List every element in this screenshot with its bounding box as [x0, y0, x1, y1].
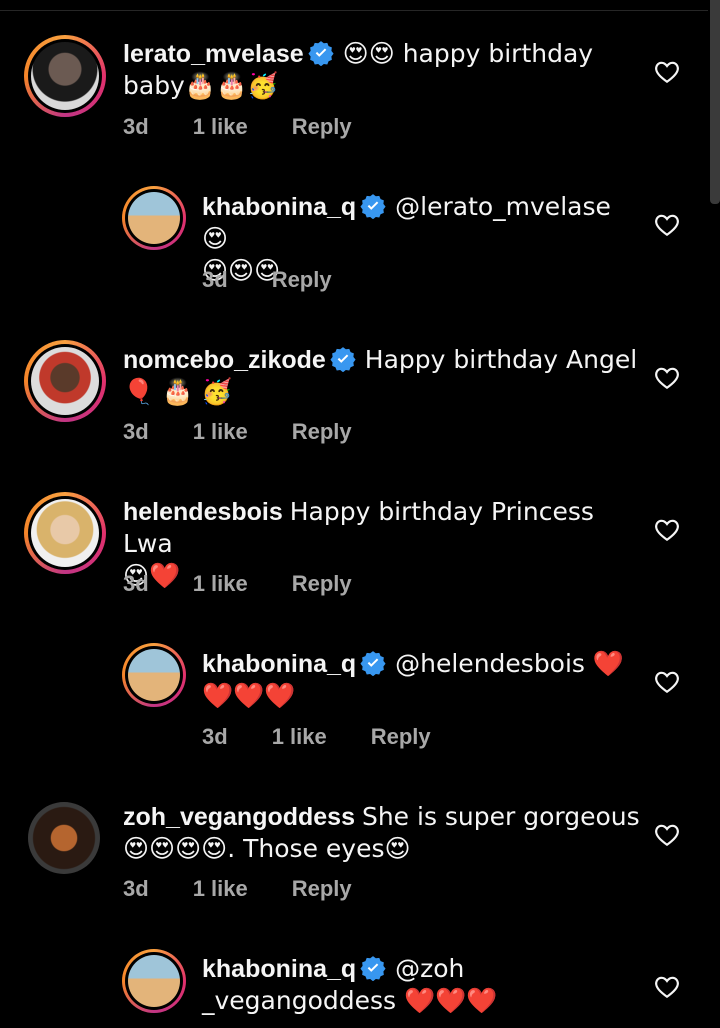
- heart-icon[interactable]: [654, 670, 680, 694]
- username[interactable]: zoh_vegangoddess: [123, 803, 355, 831]
- comment-text: khabonina_q @zoh _vegangoddess ❤️❤️❤️: [202, 953, 642, 1017]
- verified-badge-icon: [330, 347, 356, 372]
- avatar[interactable]: [122, 949, 186, 1013]
- reply-button[interactable]: Reply: [292, 571, 352, 597]
- heart-icon[interactable]: [654, 366, 680, 390]
- comment-meta: 3d 1 like Reply: [123, 114, 396, 140]
- likes-count[interactable]: 1 like: [193, 571, 248, 597]
- username[interactable]: khabonina_q: [202, 193, 356, 221]
- comment-body-line1: 😍😍 happy birthday: [342, 39, 594, 68]
- comments-screen: lerato_mvelase 😍😍 happy birthday baby🎂🎂🥳…: [0, 0, 720, 1028]
- reply-button[interactable]: Reply: [272, 267, 332, 293]
- verified-badge-icon: [360, 651, 386, 676]
- likes-count[interactable]: 1 like: [193, 876, 248, 902]
- avatar[interactable]: [24, 492, 106, 574]
- comment-text: nomcebo_zikode Happy birthday Angel 🎈 🎂 …: [123, 344, 643, 408]
- top-divider: [0, 10, 708, 11]
- heart-icon[interactable]: [654, 60, 680, 84]
- avatar[interactable]: [28, 802, 100, 874]
- avatar[interactable]: [24, 35, 106, 117]
- likes-count[interactable]: 1 like: [193, 114, 248, 140]
- heart-icon[interactable]: [654, 518, 680, 542]
- username[interactable]: khabonina_q: [202, 650, 356, 678]
- comment-meta: 3d 1 like Reply: [123, 419, 396, 445]
- comment-body-line2: 😍😍😍😍. Those eyes😍: [123, 834, 411, 863]
- heart-icon[interactable]: [654, 823, 680, 847]
- avatar[interactable]: [24, 340, 106, 422]
- comment-body-line2: baby🎂🎂🥳: [123, 71, 279, 100]
- comment-text: lerato_mvelase 😍😍 happy birthday baby🎂🎂🥳: [123, 38, 643, 102]
- comment-meta: 3d Reply: [202, 267, 376, 293]
- avatar[interactable]: [122, 643, 186, 707]
- username[interactable]: nomcebo_zikode: [123, 346, 326, 374]
- username[interactable]: helendesbois: [123, 498, 283, 526]
- comment-meta: 3d 1 like Reply: [123, 571, 396, 597]
- comment-text: zoh_vegangoddess She is super gorgeous 😍…: [123, 801, 643, 865]
- username[interactable]: lerato_mvelase: [123, 40, 304, 68]
- timestamp: 3d: [123, 114, 149, 139]
- comment-body-line1: She is super gorgeous: [361, 802, 640, 831]
- comment-body-line1: Happy birthday Angel: [364, 345, 638, 374]
- comment-text: khabonina_q @helendesbois ❤️ ❤️❤️❤️: [202, 648, 642, 712]
- comment-body-line2: _vegangoddess ❤️❤️❤️: [202, 986, 498, 1015]
- comment-meta: 3d 1 like Reply: [123, 876, 396, 902]
- comment-meta: 3d 1 like Reply: [202, 724, 475, 750]
- reply-button[interactable]: Reply: [371, 724, 431, 750]
- avatar[interactable]: [122, 186, 186, 250]
- heart-icon[interactable]: [654, 213, 680, 237]
- comment-body-line1: @zoh: [395, 954, 465, 983]
- comment-body-line2: 🎈 🎂 🥳: [123, 377, 233, 406]
- timestamp: 3d: [202, 724, 228, 749]
- timestamp: 3d: [123, 876, 149, 901]
- timestamp: 3d: [202, 267, 228, 292]
- timestamp: 3d: [123, 419, 149, 444]
- timestamp: 3d: [123, 571, 149, 596]
- verified-badge-icon: [308, 41, 334, 66]
- reply-button[interactable]: Reply: [292, 419, 352, 445]
- comment-body-line2: ❤️❤️❤️: [202, 681, 296, 710]
- reply-button[interactable]: Reply: [292, 876, 352, 902]
- reply-button[interactable]: Reply: [292, 114, 352, 140]
- comment-body-line1: @helendesbois ❤️: [395, 649, 625, 678]
- likes-count[interactable]: 1 like: [193, 419, 248, 445]
- scrollbar[interactable]: [710, 0, 720, 204]
- verified-badge-icon: [360, 194, 386, 219]
- verified-badge-icon: [360, 956, 386, 981]
- heart-icon[interactable]: [654, 975, 680, 999]
- likes-count[interactable]: 1 like: [272, 724, 327, 750]
- username[interactable]: khabonina_q: [202, 955, 356, 983]
